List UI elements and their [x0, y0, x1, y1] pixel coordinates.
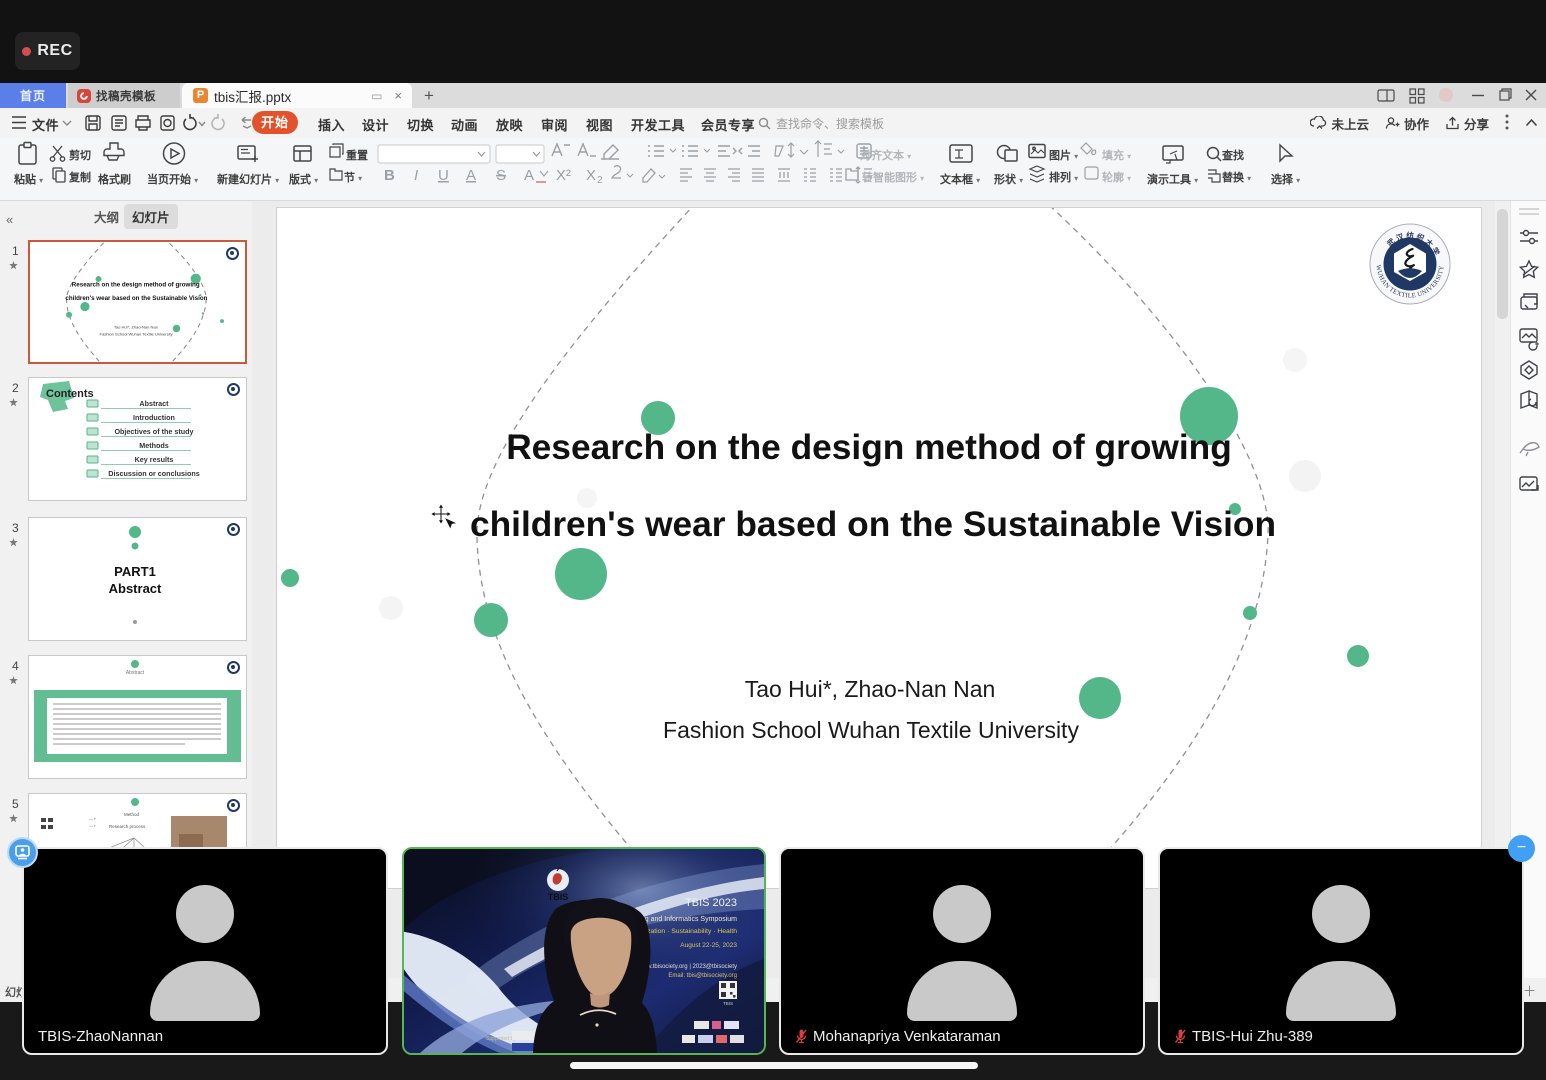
- svg-text:children's wear based on the S: children's wear based on the Sustainable…: [470, 505, 1276, 544]
- svg-text:A: A: [466, 167, 476, 184]
- svg-text:X²: X²: [556, 167, 571, 184]
- svg-text:Email: tbis@tbisociety.org: Email: tbis@tbisociety.org: [668, 973, 737, 979]
- svg-text:Fashion School Wuhan Textile U: Fashion School Wuhan Textile University: [99, 332, 173, 337]
- svg-text:August 22-25, 2023: August 22-25, 2023: [680, 942, 737, 949]
- svg-text:www.tbisociety.org | 2023@tbis: www.tbisociety.org | 2023@tbisociety: [637, 964, 737, 970]
- svg-text:Key results: Key results: [135, 455, 174, 464]
- svg-text:I: I: [414, 167, 418, 184]
- svg-text:2: 2: [597, 175, 603, 186]
- svg-text:Abstract: Abstract: [126, 670, 145, 676]
- svg-text:TBIS 2023: TBIS 2023: [685, 897, 737, 909]
- svg-text:Discussion or conclusions: Discussion or conclusions: [108, 469, 199, 478]
- svg-text:PART1: PART1: [114, 564, 156, 579]
- svg-text:Introduction: Introduction: [133, 413, 175, 422]
- svg-text:ring and Informatics Symposium: ring and Informatics Symposium: [637, 916, 737, 923]
- svg-text:Objectives of the study: Objectives of the study: [114, 427, 193, 436]
- svg-text:— ▪: — ▪: [89, 823, 96, 828]
- svg-text:U: U: [438, 167, 449, 184]
- svg-text:Research process: Research process: [109, 824, 146, 829]
- svg-text:children's wear based on the S: children's wear based on the Sustainable…: [65, 295, 207, 302]
- svg-text:Research on the design method: Research on the design method of growing: [506, 428, 1232, 467]
- svg-text:Fashion School Wuhan Textile U: Fashion School Wuhan Textile University: [663, 717, 1079, 743]
- svg-text:B: B: [384, 167, 395, 184]
- svg-text:— ▪: — ▪: [89, 816, 96, 821]
- svg-text:TBIS: TBIS: [723, 1001, 733, 1006]
- svg-text:Abstract: Abstract: [139, 399, 169, 408]
- svg-text:Method: Method: [124, 812, 140, 817]
- svg-text:A: A: [524, 167, 534, 184]
- svg-text:Contents: Contents: [46, 388, 94, 400]
- svg-text:Supported by: Supported by: [486, 1036, 516, 1042]
- svg-text:Methods: Methods: [139, 441, 169, 450]
- svg-text:Abstract: Abstract: [109, 581, 162, 596]
- svg-text:Tao Hui*, Zhao-Nan Nan: Tao Hui*, Zhao-Nan Nan: [114, 324, 158, 329]
- svg-text:TBIS: TBIS: [548, 892, 569, 902]
- svg-text:Research on the design method: Research on the design method of growing: [72, 281, 200, 288]
- svg-text:Tao Hui*, Zhao-Nan Nan: Tao Hui*, Zhao-Nan Nan: [745, 676, 996, 702]
- svg-text:S: S: [496, 167, 506, 184]
- svg-text:X: X: [586, 167, 596, 184]
